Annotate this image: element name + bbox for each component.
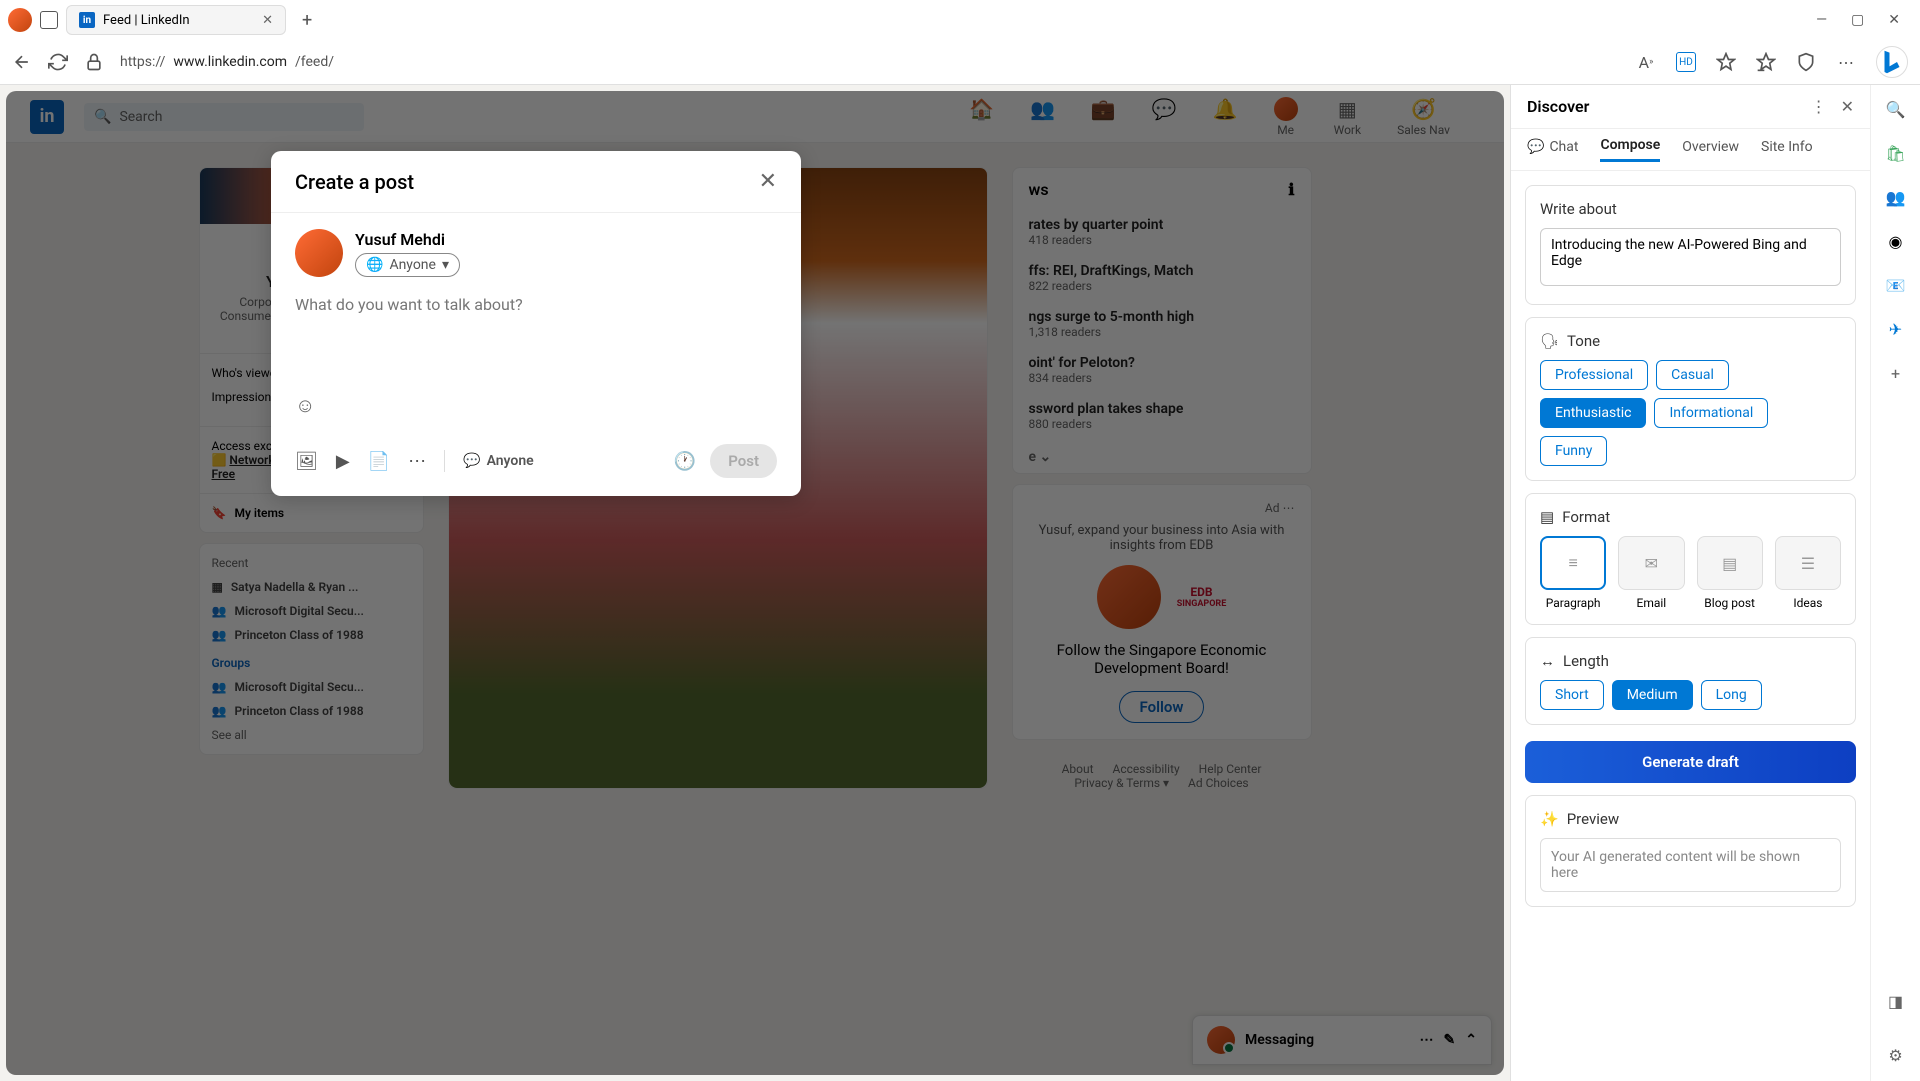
shield-icon[interactable]	[1796, 52, 1816, 72]
url-field[interactable]: https:// www.linkedin.com/feed/	[120, 54, 1620, 70]
workspaces-icon[interactable]	[40, 11, 58, 29]
tab-overview[interactable]: Overview	[1682, 137, 1739, 162]
tone-enthusiastic[interactable]: Enthusiastic	[1540, 398, 1646, 428]
tone-professional[interactable]: Professional	[1540, 360, 1648, 390]
post-button[interactable]: Post	[710, 444, 777, 478]
emoji-picker-icon[interactable]: ☺	[295, 393, 777, 418]
write-about-section: Write about	[1525, 185, 1856, 305]
blog-icon: ▤	[1697, 536, 1763, 590]
url-path: /feed/	[295, 54, 334, 70]
modal-close-icon[interactable]: ✕	[759, 169, 777, 194]
rail-people-icon[interactable]: 👥	[1884, 185, 1908, 209]
refresh-button[interactable]	[48, 52, 68, 72]
ideas-icon: ☰	[1775, 536, 1841, 590]
wand-icon: ✨	[1540, 810, 1559, 828]
visibility-selector[interactable]: 🌐 Anyone ▾	[355, 253, 460, 277]
address-bar: https:// www.linkedin.com/feed/ A» HD ⋯	[0, 40, 1920, 84]
globe-icon: 🌐	[366, 257, 383, 273]
modal-title: Create a post	[295, 170, 414, 194]
close-window-icon[interactable]: ✕	[1888, 12, 1900, 28]
tab-site-info[interactable]: Site Info	[1761, 137, 1813, 162]
length-short[interactable]: Short	[1540, 680, 1604, 710]
rail-outlook-icon[interactable]: 📧	[1884, 273, 1908, 297]
discover-title: Discover	[1527, 97, 1811, 116]
preview-placeholder: Your AI generated content will be shown …	[1540, 838, 1841, 892]
tone-section: 🗣 Tone Professional Casual Enthusiastic I…	[1525, 317, 1856, 481]
chat-bubble-icon: 💬	[1527, 139, 1544, 155]
rail-add-icon[interactable]: +	[1884, 361, 1908, 385]
url-domain: www.linkedin.com	[173, 54, 287, 70]
format-email[interactable]: ✉Email	[1618, 536, 1684, 610]
edge-sidebar-rail: 🔍 🛍 👥 ◉ 📧 ✈ + ◨ ⚙	[1870, 85, 1920, 1081]
more-attach-icon[interactable]: ⋯	[408, 451, 426, 472]
window-controls: — ▢ ✕	[1816, 12, 1912, 28]
discover-panel: Discover ⋮ ✕ 💬Chat Compose Overview Site…	[1510, 85, 1870, 1081]
browser-profile-avatar[interactable]	[8, 8, 32, 32]
tab-compose[interactable]: Compose	[1600, 137, 1660, 162]
browser-chrome: in Feed | LinkedIn ✕ + — ▢ ✕ https:// www…	[0, 0, 1920, 85]
minimize-icon[interactable]: —	[1816, 12, 1827, 28]
rail-search-icon[interactable]: 🔍	[1884, 97, 1908, 121]
tone-informational[interactable]: Informational	[1654, 398, 1768, 428]
format-ideas[interactable]: ☰Ideas	[1775, 536, 1841, 610]
rail-settings-icon[interactable]: ⚙	[1884, 1043, 1908, 1067]
tab-bar: in Feed | LinkedIn ✕ + — ▢ ✕	[0, 0, 1920, 40]
format-blog[interactable]: ▤Blog post	[1697, 536, 1763, 610]
browser-tab-linkedin[interactable]: in Feed | LinkedIn ✕	[66, 5, 286, 35]
rail-toggle-icon[interactable]: ◨	[1884, 989, 1908, 1013]
format-icon: ▤	[1540, 508, 1554, 526]
tone-casual[interactable]: Casual	[1656, 360, 1729, 390]
length-medium[interactable]: Medium	[1612, 680, 1693, 710]
tab-title: Feed | LinkedIn	[103, 13, 190, 28]
favorite-star-icon[interactable]	[1716, 52, 1736, 72]
more-menu-icon[interactable]: ⋯	[1836, 52, 1856, 72]
tone-label: Tone	[1567, 332, 1600, 350]
close-tab-icon[interactable]: ✕	[262, 13, 273, 28]
hd-icon[interactable]: HD	[1676, 52, 1696, 72]
add-image-icon[interactable]: 🖼	[295, 451, 318, 472]
schedule-icon[interactable]: 🕐	[674, 451, 696, 472]
read-aloud-icon[interactable]: A»	[1636, 52, 1656, 72]
maximize-icon[interactable]: ▢	[1851, 12, 1864, 28]
rail-send-icon[interactable]: ✈	[1884, 317, 1908, 341]
discover-more-icon[interactable]: ⋮	[1811, 97, 1827, 116]
format-section: ▤ Format ≡Paragraph ✉Email ▤Blog post ☰Id…	[1525, 493, 1856, 625]
new-tab-button[interactable]: +	[294, 10, 320, 31]
divider	[444, 450, 445, 472]
email-icon: ✉	[1618, 536, 1684, 590]
bing-sidebar-icon[interactable]	[1876, 46, 1908, 78]
length-long[interactable]: Long	[1701, 680, 1762, 710]
rail-shopping-icon[interactable]: 🛍	[1884, 141, 1908, 165]
favorites-list-icon[interactable]	[1756, 52, 1776, 72]
add-video-icon[interactable]: ▶	[336, 451, 350, 472]
discover-close-icon[interactable]: ✕	[1841, 97, 1854, 116]
tone-icon: 🗣	[1540, 332, 1559, 350]
format-label: Format	[1562, 508, 1610, 526]
length-icon: ↔	[1540, 652, 1555, 670]
modal-user-name: Yusuf Mehdi	[355, 230, 460, 249]
post-textarea[interactable]: What do you want to talk about?	[295, 295, 777, 385]
linkedin-favicon-icon: in	[79, 12, 95, 28]
preview-section: ✨ Preview Your AI generated content will …	[1525, 795, 1856, 907]
write-about-label: Write about	[1540, 200, 1841, 218]
tab-chat[interactable]: 💬Chat	[1527, 137, 1578, 162]
format-paragraph[interactable]: ≡Paragraph	[1540, 536, 1606, 610]
add-document-icon[interactable]: 📄	[368, 451, 390, 472]
length-label: Length	[1563, 652, 1609, 670]
create-post-modal: Create a post ✕ Yusuf Mehdi 🌐 Anyone ▾	[271, 151, 801, 496]
chevron-down-icon: ▾	[442, 257, 449, 273]
comment-visibility[interactable]: 💬 Anyone	[463, 453, 534, 469]
comment-icon: 💬	[463, 453, 480, 469]
length-section: ↔ Length Short Medium Long	[1525, 637, 1856, 725]
rail-office-icon[interactable]: ◉	[1884, 229, 1908, 253]
url-scheme: https://	[120, 54, 165, 70]
modal-avatar	[295, 229, 343, 277]
generate-draft-button[interactable]: Generate draft	[1525, 741, 1856, 783]
site-info-lock-icon[interactable]	[84, 52, 104, 72]
preview-label: Preview	[1567, 810, 1619, 828]
paragraph-icon: ≡	[1540, 536, 1606, 590]
prompt-textarea[interactable]	[1540, 228, 1841, 286]
back-button[interactable]	[12, 52, 32, 72]
tone-funny[interactable]: Funny	[1540, 436, 1607, 466]
